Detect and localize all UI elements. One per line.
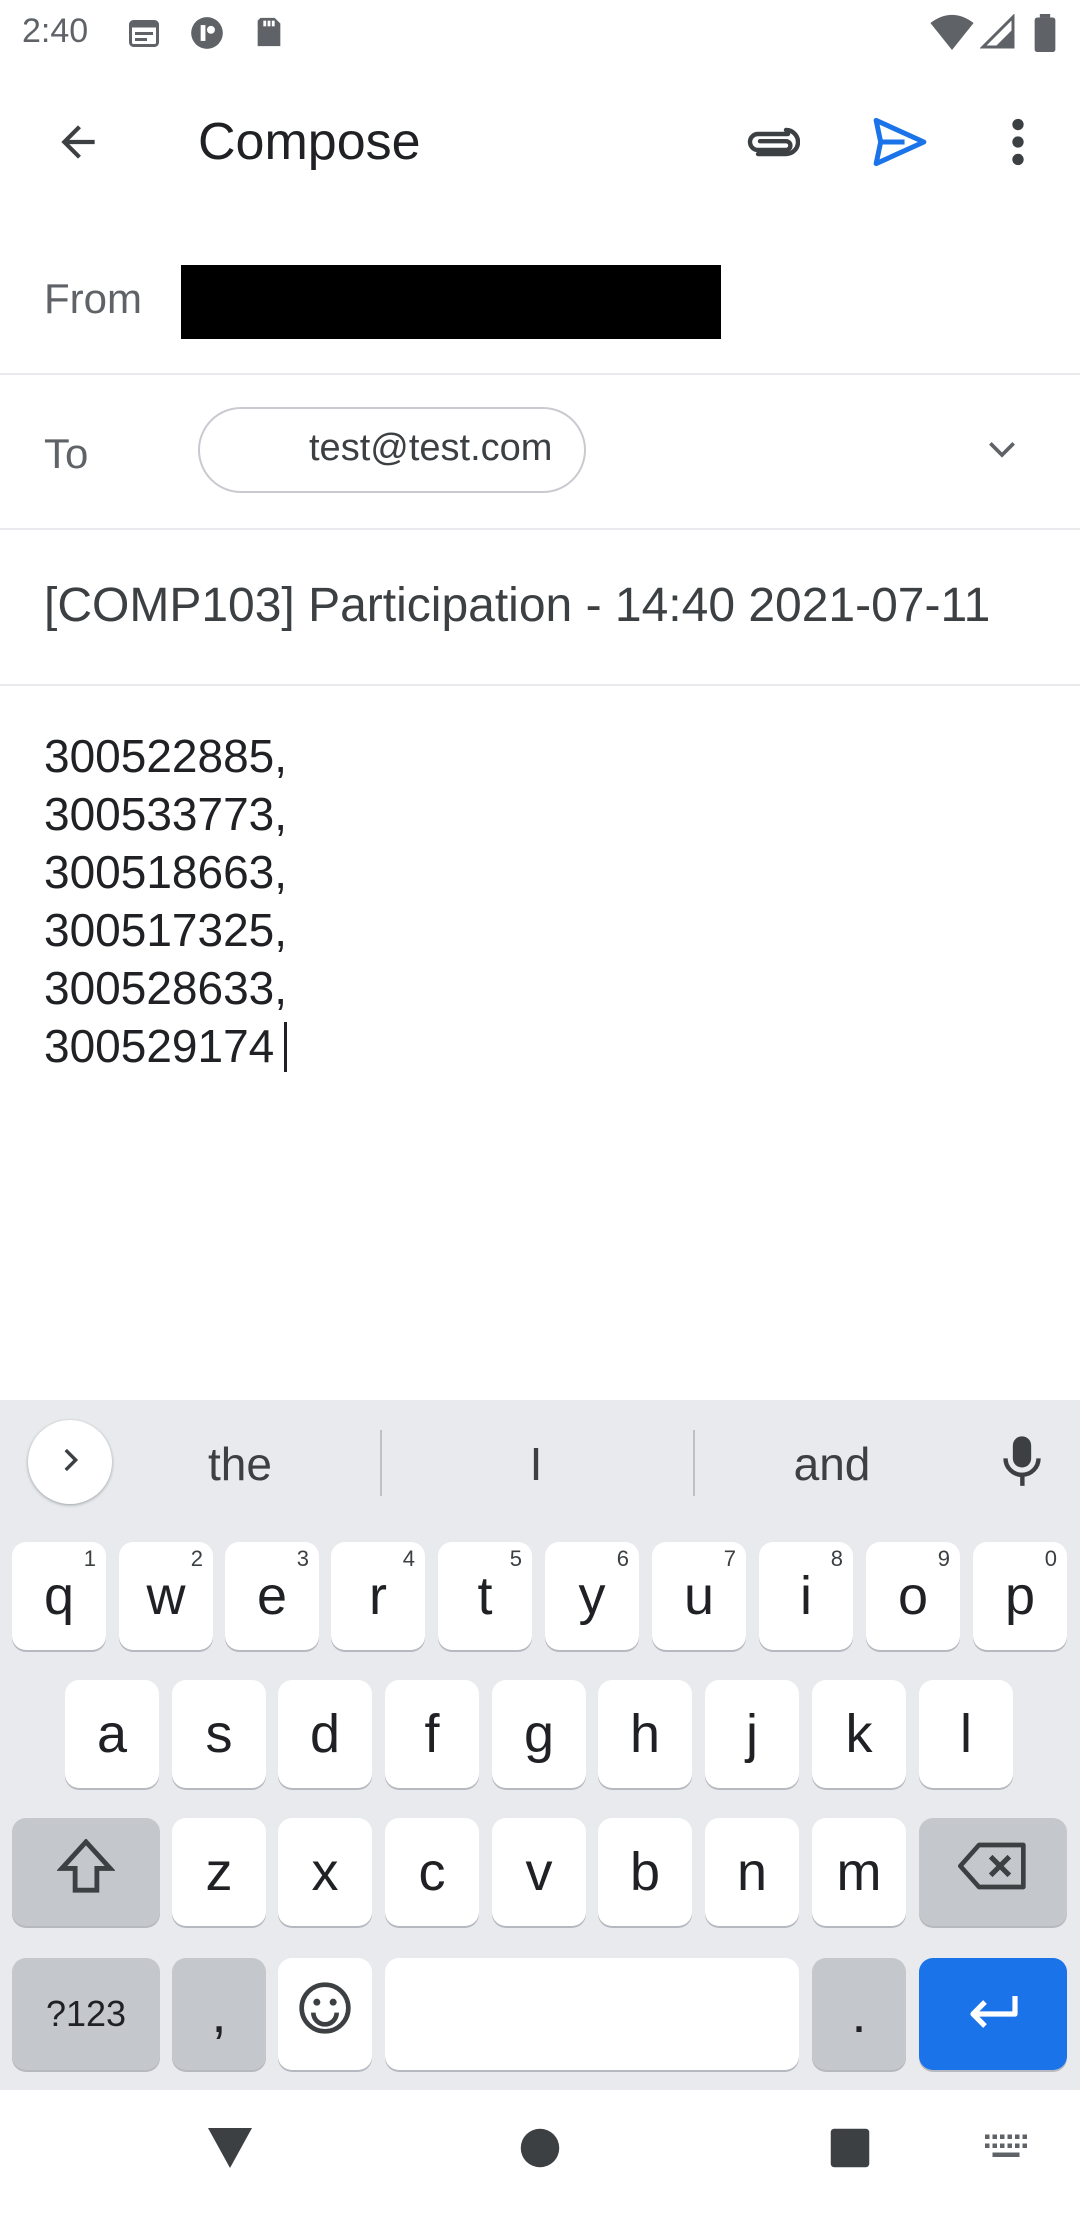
- space-key[interactable]: [385, 1958, 799, 2070]
- key-t[interactable]: t5: [438, 1542, 532, 1650]
- key-s[interactable]: s: [172, 1680, 266, 1788]
- cell-signal-icon: [979, 13, 1016, 55]
- key-o[interactable]: o9: [866, 1542, 960, 1650]
- key-n[interactable]: n: [705, 1818, 799, 1926]
- key-w[interactable]: w2: [119, 1542, 213, 1650]
- key-p[interactable]: p0: [973, 1542, 1067, 1650]
- emoji-icon: [297, 1980, 353, 2049]
- key-b[interactable]: b: [598, 1818, 692, 1926]
- from-label: From: [44, 275, 142, 322]
- more-vert-icon: [1011, 118, 1025, 171]
- chevron-down-icon: [982, 430, 1022, 475]
- enter-key[interactable]: [919, 1958, 1067, 2070]
- triangle-down-icon: [206, 2126, 254, 2175]
- symbols-key[interactable]: ?123: [12, 1958, 160, 2070]
- key-x[interactable]: x: [278, 1818, 372, 1926]
- enter-icon: [964, 1983, 1022, 2045]
- keyboard-switch-button[interactable]: [966, 2110, 1046, 2190]
- backspace-key[interactable]: [919, 1818, 1067, 1926]
- period-key[interactable]: .: [812, 1958, 906, 2070]
- microphone-icon: [1000, 1434, 1044, 1495]
- nav-back-button[interactable]: [190, 2110, 270, 2190]
- key-j[interactable]: j: [705, 1680, 799, 1788]
- key-y[interactable]: y6: [545, 1542, 639, 1650]
- divider: [0, 528, 1080, 530]
- page-title: Compose: [198, 113, 421, 171]
- key-k[interactable]: k: [812, 1680, 906, 1788]
- suggestion-divider: [380, 1430, 382, 1496]
- shift-icon: [56, 1837, 116, 1906]
- body-text: 300522885, 300533773, 300518663, 3005173…: [44, 727, 288, 1075]
- arrow-back-icon: [53, 117, 103, 172]
- app-notification-icon: [188, 14, 226, 57]
- expand-recipients-button[interactable]: [962, 412, 1042, 492]
- keyboard-icon: [983, 2133, 1029, 2168]
- nav-home-button[interactable]: [500, 2110, 580, 2190]
- suggestion-2[interactable]: I: [436, 1437, 636, 1491]
- subject-field[interactable]: [COMP103] Participation - 14:40 2021-07-…: [44, 578, 990, 633]
- text-cursor: [284, 1022, 288, 1072]
- send-button[interactable]: [860, 104, 940, 184]
- calendar-icon: [126, 14, 162, 55]
- key-u[interactable]: u7: [652, 1542, 746, 1650]
- sd-card-icon: [252, 14, 286, 55]
- key-f[interactable]: f: [385, 1680, 479, 1788]
- key-g[interactable]: g: [492, 1680, 586, 1788]
- key-d[interactable]: d: [278, 1680, 372, 1788]
- key-r[interactable]: r4: [331, 1542, 425, 1650]
- key-l[interactable]: l: [919, 1680, 1013, 1788]
- key-v[interactable]: v: [492, 1818, 586, 1926]
- status-bar: 2:40: [0, 0, 1080, 66]
- suggestion-divider: [693, 1430, 695, 1496]
- square-icon: [829, 2127, 871, 2174]
- paperclip-icon: [740, 122, 801, 167]
- back-button[interactable]: [38, 104, 118, 184]
- shift-key[interactable]: [12, 1818, 160, 1926]
- key-z[interactable]: z: [172, 1818, 266, 1926]
- key-i[interactable]: i8: [759, 1542, 853, 1650]
- body-content: 300522885, 300533773, 300518663, 3005173…: [44, 730, 288, 1072]
- divider: [0, 684, 1080, 686]
- circle-icon: [519, 2127, 561, 2174]
- keyboard-menu-button[interactable]: [28, 1420, 112, 1504]
- key-h[interactable]: h: [598, 1680, 692, 1788]
- key-e[interactable]: e3: [225, 1542, 319, 1650]
- key-c[interactable]: c: [385, 1818, 479, 1926]
- emoji-key[interactable]: [278, 1958, 372, 2070]
- attach-button[interactable]: [730, 104, 810, 184]
- more-options-button[interactable]: [978, 104, 1058, 184]
- key-q[interactable]: q1: [12, 1542, 106, 1650]
- backspace-icon: [958, 1841, 1028, 1903]
- status-time: 2:40: [22, 12, 89, 50]
- suggestion-1[interactable]: the: [140, 1437, 340, 1491]
- key-m[interactable]: m: [812, 1818, 906, 1926]
- comma-key[interactable]: ,: [172, 1958, 266, 2070]
- to-label: To: [44, 430, 89, 477]
- recipient-chip-text: test@test.com: [309, 427, 553, 469]
- key-a[interactable]: a: [65, 1680, 159, 1788]
- send-icon: [871, 117, 929, 172]
- wifi-icon: [930, 14, 974, 55]
- divider: [0, 373, 1080, 375]
- chevron-right-icon: [53, 1443, 87, 1482]
- suggestion-3[interactable]: and: [732, 1437, 932, 1491]
- nav-recents-button[interactable]: [810, 2110, 890, 2190]
- from-account-redacted[interactable]: [181, 265, 721, 339]
- battery-icon: [1034, 14, 1056, 57]
- voice-input-button[interactable]: [980, 1422, 1064, 1506]
